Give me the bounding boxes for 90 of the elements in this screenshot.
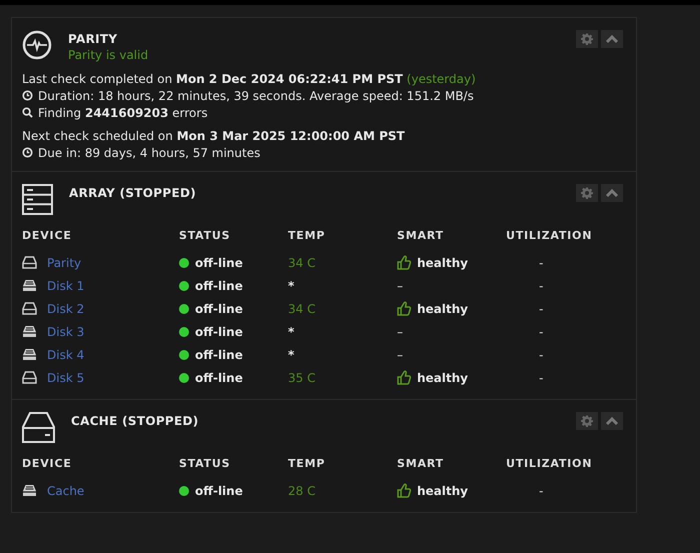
status-text: off-line	[195, 256, 243, 270]
column-header: UTILIZATION	[506, 457, 594, 472]
server-rack-icon	[22, 184, 53, 215]
smart-status: –	[397, 348, 403, 362]
column-header: SMART	[397, 457, 445, 472]
drive-icon	[22, 279, 37, 292]
status-dot-icon	[179, 372, 189, 382]
thumbs-up-icon	[397, 301, 411, 316]
drive-icon	[22, 302, 37, 315]
status-dot-icon	[179, 258, 189, 268]
device-link[interactable]: Cache	[47, 484, 84, 498]
finding-text: Finding 2441609203 errors	[38, 106, 208, 120]
collapse-button[interactable]	[601, 184, 623, 202]
status-text: off-line	[195, 302, 243, 316]
status-text: off-line	[195, 484, 243, 498]
status-text: off-line	[195, 324, 243, 338]
column-header: STATUS	[179, 229, 232, 244]
collapse-button[interactable]	[601, 412, 623, 430]
utilization-text: -	[539, 302, 544, 316]
smart-status: –	[397, 278, 403, 292]
device-link[interactable]: Disk 4	[47, 348, 84, 362]
temperature-text: 28 C	[288, 484, 316, 498]
utilization-text: -	[539, 324, 544, 338]
last-check-text: Last check completed on Mon 2 Dec 2024 06:22:41 PM PST (yesterday)	[22, 72, 476, 86]
section-title: PARITY	[68, 32, 118, 46]
temperature-text: *	[288, 324, 294, 338]
section-title: CACHE (STOPPED)	[71, 414, 199, 428]
utilization-text: -	[539, 484, 544, 498]
section-title: ARRAY (STOPPED)	[69, 186, 196, 200]
device-link[interactable]: Disk 2	[47, 302, 84, 316]
hard-drive-icon	[22, 412, 55, 443]
temperature-text: 34 C	[288, 302, 316, 316]
settings-button[interactable]	[576, 30, 598, 48]
status-dot-icon	[179, 304, 189, 314]
settings-button[interactable]	[576, 412, 598, 430]
chevron-up-icon	[605, 34, 619, 44]
device-link[interactable]: Disk 1	[47, 278, 84, 292]
status-dot-icon	[179, 486, 189, 496]
smart-status: healthy	[417, 370, 468, 384]
column-header: DEVICE	[22, 457, 73, 472]
thumbs-up-icon	[397, 370, 411, 385]
status-dot-icon	[179, 350, 189, 360]
device-link[interactable]: Parity	[47, 256, 82, 270]
drive-icon	[22, 325, 37, 338]
utilization-text: -	[539, 370, 544, 384]
settings-button[interactable]	[576, 184, 598, 202]
temperature-text: *	[288, 348, 294, 362]
due-text: Due in: 89 days, 4 hours, 57 minutes	[38, 146, 260, 160]
thumbs-up-icon	[397, 255, 411, 270]
smart-status: healthy	[417, 256, 468, 270]
status-dot-icon	[179, 280, 189, 290]
next-check-text: Next check scheduled on Mon 3 Mar 2025 12:00:00 AM PST	[22, 128, 405, 142]
drive-icon	[22, 348, 37, 361]
settings-icon	[581, 187, 593, 199]
smart-status: –	[397, 324, 403, 338]
temperature-text: *	[288, 278, 294, 292]
chevron-up-icon	[605, 416, 619, 426]
parity-status: Parity is valid	[68, 48, 148, 62]
drive-icon	[22, 484, 37, 497]
status-text: off-line	[195, 348, 243, 362]
duration-text: Duration: 18 hours, 22 minutes, 39 seconds. Average speed: 151.2 MB/s	[38, 88, 474, 102]
column-header: DEVICE	[22, 229, 73, 244]
status-text: off-line	[195, 278, 243, 292]
clock-icon	[22, 90, 33, 101]
utilization-text: -	[539, 348, 544, 362]
utilization-text: -	[539, 256, 544, 270]
drive-icon	[22, 371, 37, 384]
column-header: TEMP	[288, 457, 326, 472]
status-dot-icon	[179, 326, 189, 336]
utilization-text: -	[539, 278, 544, 292]
smart-status: healthy	[417, 484, 468, 498]
device-link[interactable]: Disk 3	[47, 324, 84, 338]
temperature-text: 35 C	[288, 370, 316, 384]
drive-icon	[22, 256, 37, 269]
clock-icon	[22, 147, 33, 158]
settings-icon	[581, 415, 593, 427]
pulse-icon	[22, 30, 52, 60]
temperature-text: 34 C	[288, 256, 316, 270]
search-icon	[22, 107, 33, 118]
settings-icon	[581, 33, 593, 45]
thumbs-up-icon	[397, 483, 411, 498]
smart-status: healthy	[417, 302, 468, 316]
column-header: TEMP	[288, 229, 326, 244]
collapse-button[interactable]	[601, 30, 623, 48]
column-header: SMART	[397, 229, 445, 244]
chevron-up-icon	[605, 188, 619, 198]
column-header: UTILIZATION	[506, 229, 594, 244]
status-text: off-line	[195, 370, 243, 384]
column-header: STATUS	[179, 457, 232, 472]
device-link[interactable]: Disk 5	[47, 370, 84, 384]
